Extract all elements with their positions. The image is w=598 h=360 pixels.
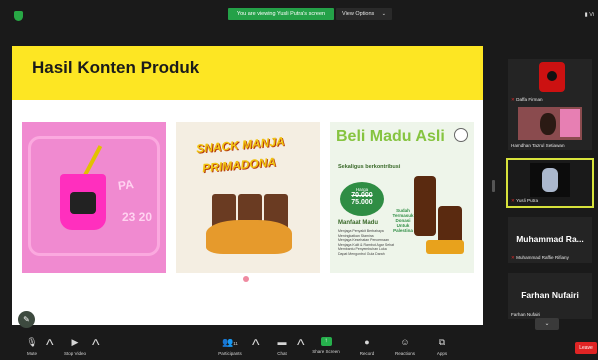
- apps-icon: ⧉: [438, 337, 446, 347]
- mic-muted-icon: ✕: [511, 97, 515, 102]
- chat-label: Chat: [277, 351, 287, 356]
- participant-tile-active-speaker[interactable]: ✕ Yusli Putra: [506, 158, 594, 208]
- mic-muted-icon: ✕: [511, 198, 515, 203]
- honey-subline: Sekaligus berkontribusi: [338, 164, 401, 170]
- mute-label: Mute: [26, 351, 37, 356]
- slide-pointer-dot: [243, 276, 249, 282]
- view-options-label: View Options: [342, 11, 375, 17]
- top-bar: You are viewing Yusli Putra's screen Vie…: [0, 0, 598, 32]
- microphone-icon: 🎙: [26, 337, 38, 347]
- record-icon: ●: [364, 337, 370, 347]
- avatar: [539, 62, 565, 92]
- apps-button[interactable]: ⧉ Apps: [432, 337, 452, 356]
- participant-name: ✕ Muhammad Raffie Rifiany: [511, 255, 569, 260]
- price-old: 70.000: [351, 192, 373, 199]
- product-image-drink: PA 23 20: [22, 122, 166, 273]
- product1-text-a: PA: [117, 176, 135, 194]
- participant-tile[interactable]: ✕ Daffa Firman: [508, 59, 592, 105]
- share-screen-icon: ↑: [320, 337, 332, 346]
- participant-tile[interactable]: Hamdhan Tazrul Setiawan: [508, 104, 592, 150]
- share-screen-label: Share Screen: [312, 349, 340, 354]
- chevron-down-icon: ⌄: [381, 11, 386, 17]
- chat-bubble-icon: ▬: [277, 337, 287, 347]
- participant-name: ✕ Yusli Putra: [511, 198, 539, 203]
- leave-button[interactable]: Leave: [575, 342, 597, 354]
- participant-video: [518, 107, 582, 140]
- participant-tile[interactable]: Farhan Nufairi Farhan Nufairi: [508, 273, 592, 319]
- snack-title-line1: SNACK MANJA: [195, 134, 286, 156]
- product1-text-b: 23 20: [122, 210, 153, 224]
- honeycomb-image: [426, 240, 464, 254]
- product-image-honey: Beli Madu Asli Sekaligus berkontribusi H…: [330, 122, 474, 273]
- view-options-button[interactable]: View Options ⌄: [336, 8, 392, 20]
- participants-button[interactable]: 👥11 Participants: [213, 337, 247, 356]
- reactions-button[interactable]: ☺ Reactions: [390, 337, 420, 356]
- reactions-smile-icon: ☺: [400, 337, 410, 347]
- participants-options-caret[interactable]: ^: [252, 337, 260, 355]
- security-shield-icon[interactable]: [14, 11, 23, 21]
- price-new: 75.000: [351, 199, 373, 206]
- participant-name: ✕ Daffa Firman: [511, 97, 543, 102]
- participants-label: Participants: [218, 351, 242, 356]
- chat-options-caret[interactable]: ^: [297, 337, 305, 355]
- product-image-snack: SNACK MANJA PRIMADONA: [176, 122, 320, 273]
- apps-label: Apps: [436, 351, 448, 356]
- chat-button[interactable]: ▬ Chat: [272, 337, 292, 356]
- slide-title: Hasil Konten Produk: [32, 58, 200, 77]
- snack-title-line2: PRIMADONA: [201, 154, 277, 176]
- reactions-label: Reactions: [394, 351, 415, 356]
- chevron-down-icon: ⌄: [544, 321, 550, 327]
- video-options-caret[interactable]: ^: [92, 337, 100, 355]
- view-button[interactable]: ▮ Vi: [585, 12, 594, 18]
- participant-tile[interactable]: Muhammad Ra... ✕ Muhammad Raffie Rifiany: [508, 217, 592, 263]
- zoom-meeting-window: You are viewing Yusli Putra's screen Vie…: [0, 0, 598, 360]
- scroll-participants-down-button[interactable]: ⌄: [535, 318, 559, 330]
- view-button-label: Vi: [589, 12, 594, 18]
- slide-header-band: Hasil Konten Produk: [12, 46, 483, 100]
- stop-video-button[interactable]: ▶ Stop Video: [60, 337, 90, 356]
- mute-options-caret[interactable]: ^: [46, 337, 54, 355]
- drink-cup-image: [60, 174, 106, 230]
- benefits-list: Menjaga Penyakit Berbahaya Meningkatkan …: [338, 229, 410, 256]
- video-camera-icon: ▶: [71, 337, 79, 347]
- participant-video: [530, 163, 570, 197]
- participants-icon: 👥11: [222, 337, 238, 347]
- participant-display-name: Farhan Nufairi: [521, 290, 579, 300]
- chips-pile-image: [206, 220, 292, 254]
- participant-name: Farhan Nufairi: [511, 312, 541, 317]
- benefit-item: Dapat Mengontrol Gula Darah: [338, 251, 385, 256]
- annotate-pencil-icon[interactable]: ✎: [18, 311, 35, 328]
- participant-display-name: Muhammad Ra...: [516, 234, 584, 244]
- benefits-title: Manfaat Madu: [338, 220, 379, 226]
- mic-muted-icon: ✕: [511, 255, 515, 260]
- share-screen-button[interactable]: ↑ Share Screen: [309, 337, 343, 354]
- stop-video-label: Stop Video: [64, 351, 86, 356]
- meeting-toolbar: 🎙 Mute ^ ▶ Stop Video ^ 👥11 Participants…: [0, 335, 598, 360]
- viewing-banner: You are viewing Yusli Putra's screen: [228, 8, 334, 20]
- shared-screen-slide: Hasil Konten Produk PA 23 20 SNACK MANJA…: [12, 46, 483, 325]
- participant-name: Hamdhan Tazrul Setiawan: [511, 143, 565, 148]
- record-label: Record: [359, 351, 375, 356]
- panel-resize-handle[interactable]: [492, 180, 495, 192]
- mute-button[interactable]: 🎙 Mute: [22, 337, 42, 356]
- brand-logo: [454, 128, 468, 142]
- honey-jar-image: [414, 176, 436, 236]
- record-button[interactable]: ● Record: [354, 337, 380, 356]
- price-badge: Harga 70.000 75.000: [340, 182, 384, 216]
- honey-headline: Beli Madu Asli: [336, 128, 445, 145]
